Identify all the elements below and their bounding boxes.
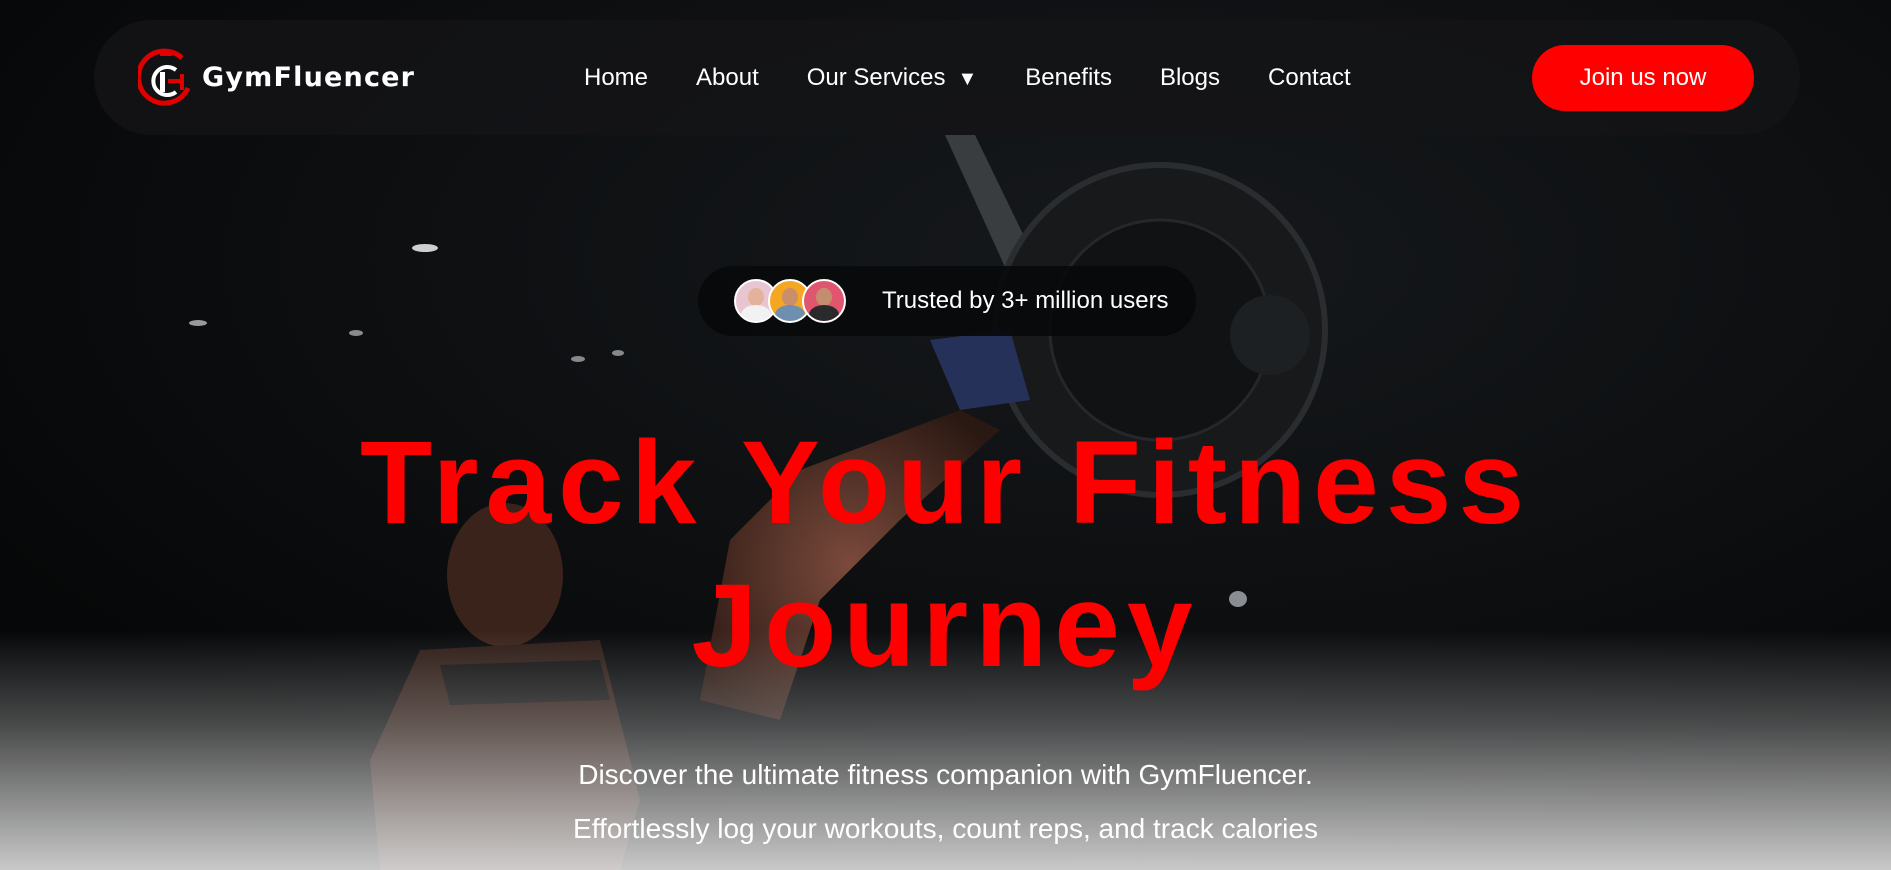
hero-headline: Track Your Fitness Journey: [0, 412, 1891, 698]
nav-item-benefits[interactable]: Benefits: [1025, 64, 1112, 92]
nav-item-contact[interactable]: Contact: [1268, 64, 1351, 92]
hero-headline-line-2: Journey: [691, 560, 1200, 692]
hero-subtext: Discover the ultimate fitness companion …: [573, 759, 1318, 870]
brand[interactable]: GymFluencer: [138, 46, 428, 110]
trusted-text: Trusted by 3+ million users: [882, 287, 1169, 314]
user-avatars: [734, 279, 846, 323]
navbar: GymFluencer Home About Our Services ▼ Ben…: [94, 20, 1800, 135]
dropdown-caret-icon: ▼: [957, 67, 978, 90]
trusted-badge: Trusted by 3+ million users: [698, 266, 1196, 336]
join-us-now-button[interactable]: Join us now: [1532, 44, 1754, 111]
nav-item-our-services-label: Our Services: [806, 63, 946, 91]
nav-item-home[interactable]: Home: [584, 64, 648, 92]
gymfluencer-logo-icon: [138, 48, 191, 106]
nav-item-about[interactable]: About: [696, 64, 759, 92]
nav-item-blogs[interactable]: Blogs: [1160, 64, 1220, 92]
brand-name: GymFluencer: [202, 62, 416, 93]
landing-page: GymFluencer Home About Our Services ▼ Ben…: [0, 0, 1891, 870]
hero-headline-line-1: Track Your Fitness: [360, 417, 1531, 549]
nav-item-our-services[interactable]: Our Services ▼: [807, 64, 978, 92]
nav-links: Home About Our Services ▼ Benefits Blogs …: [584, 64, 1351, 92]
avatar-man-icon: [802, 279, 846, 323]
